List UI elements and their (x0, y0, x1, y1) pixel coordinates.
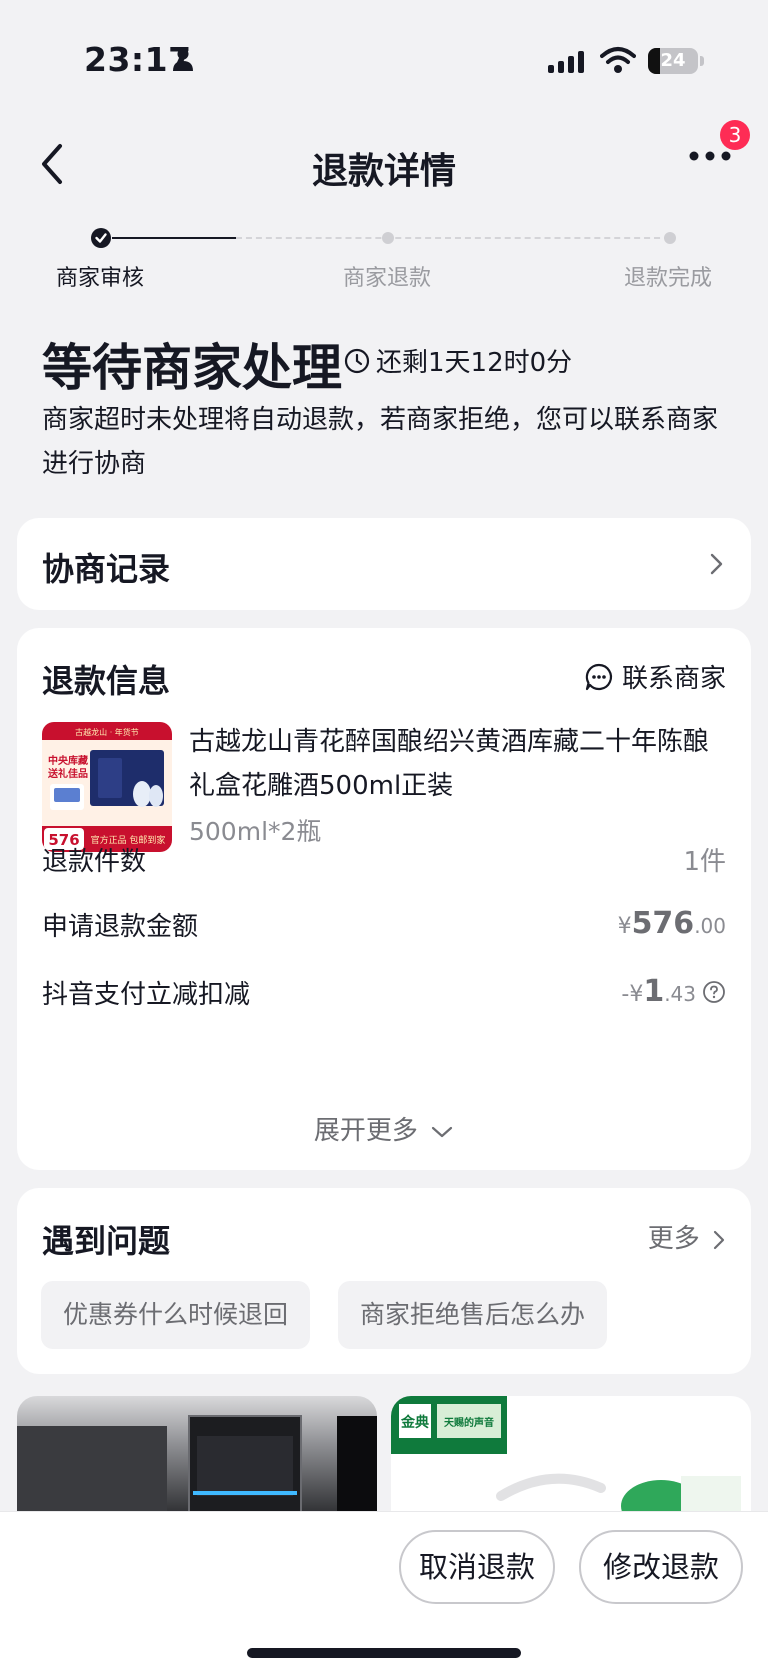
page-title: 退款详情 (311, 151, 456, 192)
product-image-headline-1: 中央库藏 (48, 754, 88, 767)
refund-count-label: 退款件数 (42, 847, 147, 877)
person-icon (173, 48, 193, 71)
refund-amount-label: 申请退款金额 (42, 912, 199, 942)
progress-steps: 商家审核 商家退款 退款完成 (0, 220, 768, 291)
expand-more-label: 展开更多 (313, 1116, 418, 1146)
product-image-headline-2: 送礼佳品 (47, 767, 88, 780)
step-line-completed (112, 237, 236, 239)
chevron-down-icon (432, 1126, 453, 1137)
countdown: 还剩1天12时0分 (344, 342, 572, 379)
battery-level: 24 (660, 50, 686, 71)
faq-more-label: 更多 (647, 1224, 700, 1254)
refund-info-title: 退款信息 (42, 662, 171, 700)
faq-chip-coupon-return[interactable]: 优惠券什么时候退回 (41, 1281, 311, 1349)
battery-indicator: 24 (648, 48, 698, 74)
faq-card: 遇到问题 更多 优惠券什么时候退回 商家拒绝售后怎么办 (17, 1188, 751, 1374)
step-label-refund: 商家退款 (343, 266, 432, 291)
status-description: 商家超时未处理将自动退款，若商家拒绝，您可以联系商家进行协商 (42, 405, 719, 479)
contact-merchant-label: 联系商家 (621, 664, 726, 694)
home-indicator (247, 1648, 521, 1658)
faq-chip-merchant-refuse[interactable]: 商家拒绝售后怎么办 (338, 1281, 608, 1349)
negotiation-record-card[interactable]: 协商记录 (17, 518, 751, 610)
discount-value: -¥1.43 (621, 974, 726, 1009)
recommendation-image-1 (17, 1415, 377, 1516)
refund-amount-decimal: .00 (694, 914, 726, 938)
status-title: 等待商家处理 (42, 339, 342, 397)
recommendation-card-1[interactable] (17, 1396, 377, 1516)
discount-integer: 1 (643, 974, 665, 1009)
status-bar: 23:17 24 (0, 0, 768, 120)
discount-label: 抖音支付立减扣减 (42, 980, 251, 1010)
step-dot-complete (664, 232, 676, 244)
contact-merchant-button[interactable]: 联系商家 (584, 658, 726, 695)
refund-amount-integer: 576 (631, 906, 695, 941)
chevron-right-icon (710, 553, 723, 575)
step-label-review: 商家审核 (56, 266, 145, 291)
negotiation-record-title: 协商记录 (42, 550, 171, 588)
wifi-icon (600, 47, 636, 73)
discount-decimal: .43 (664, 982, 696, 1006)
recommendation-brand-label: 金典 (400, 1414, 429, 1431)
faq-title: 遇到问题 (42, 1222, 171, 1260)
product-image[interactable]: 古越龙山 · 年货节 中央库藏 送礼佳品 576 官方正品 包邮到家 (42, 722, 172, 852)
refund-count-value: 1件 (683, 847, 726, 877)
more-options-icon[interactable] (688, 150, 732, 162)
help-icon[interactable] (702, 980, 726, 1004)
product-spec: 500ml*2瓶 (189, 817, 322, 846)
recommendation-image-2: 金典 天赐的声音 (391, 1396, 741, 1516)
battery-tip (700, 56, 704, 66)
signal-icon (548, 51, 584, 73)
discount-symbol: -¥ (621, 982, 644, 1007)
expand-more-button[interactable]: 展开更多 (17, 1110, 751, 1147)
faq-more-button[interactable]: 更多 (648, 1218, 726, 1255)
refund-amount-value: ¥576.00 (618, 906, 726, 941)
recommendation-card-2[interactable]: 金典 天赐的声音 (391, 1396, 751, 1516)
modify-refund-button[interactable]: 修改退款 (579, 1530, 743, 1604)
step-line-pending (236, 237, 670, 239)
product-name[interactable]: 古越龙山青花醉国酿绍兴黄酒库藏二十年陈酿礼盒花雕酒500ml正装 (189, 720, 729, 808)
step-label-complete: 退款完成 (624, 266, 713, 291)
chevron-right-icon (713, 1230, 725, 1249)
cancel-refund-button[interactable]: 取消退款 (399, 1530, 555, 1604)
notification-badge: 3 (720, 120, 750, 150)
step-check-icon (91, 228, 111, 248)
countdown-text: 还剩1天12时0分 (376, 348, 573, 378)
bottom-action-bar: 取消退款 修改退款 (0, 1511, 768, 1670)
refund-amount-symbol: ¥ (617, 914, 632, 939)
step-dot-refund (382, 232, 394, 244)
refund-info-card: 退款信息 联系商家 古越龙山 · 年货节 中央库藏 送礼佳品 576 官方正品 … (17, 628, 751, 1170)
nav-bar: 退款详情 3 (0, 120, 768, 210)
chat-icon (585, 663, 612, 690)
clock-icon (344, 348, 370, 373)
product-image-banner-text: 古越龙山 · 年货节 (75, 727, 139, 737)
recommendation-brand-sub: 天赐的声音 (444, 1416, 494, 1429)
